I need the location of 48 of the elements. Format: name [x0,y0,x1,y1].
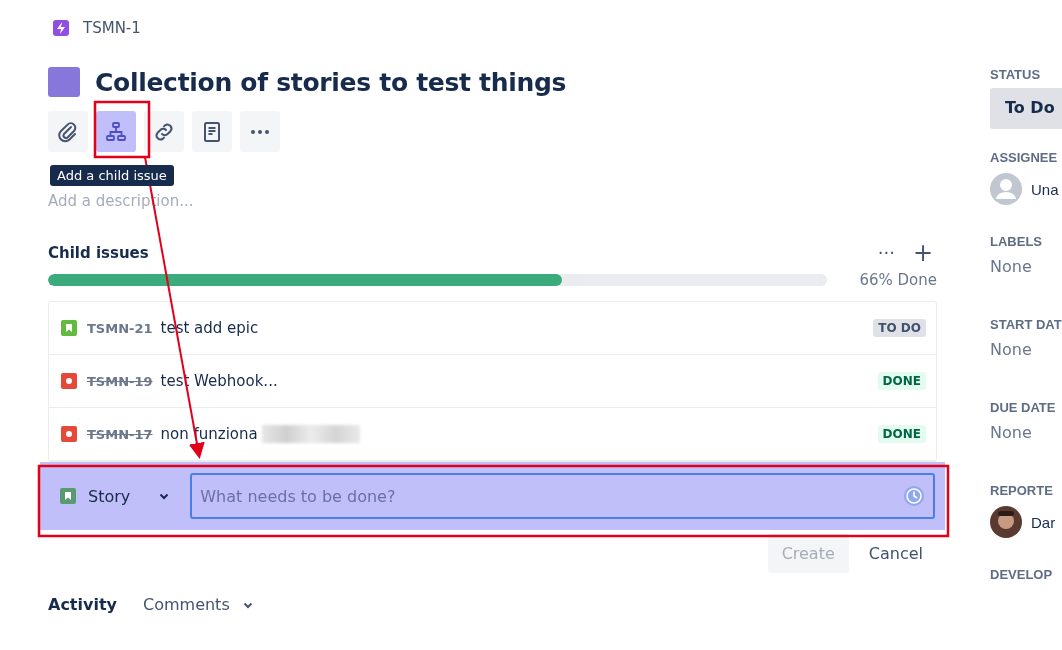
issue-type-select[interactable]: Story [48,478,185,514]
story-icon [60,488,76,504]
field-label: LABELS [990,233,1043,249]
section-heading: Child issues [48,243,149,262]
field-value[interactable]: None [990,423,1062,443]
story-icon [61,320,77,336]
avatar-icon [990,173,1022,206]
status-lozenge[interactable]: DONE [877,425,926,443]
status-button[interactable]: To Do [990,88,1062,129]
user-name[interactable]: Dar [1031,513,1056,531]
field-label: DEVELOP [990,566,1054,582]
user-name[interactable]: Una [1031,180,1059,198]
add-child-button[interactable] [96,111,136,152]
field-label: ASSIGNEE [990,150,1059,166]
field-label: REPORTE [990,483,1054,499]
field-value[interactable]: None [990,339,1062,359]
issue-key[interactable]: TSMN-17 [87,426,153,442]
highlight-frame [93,100,151,159]
hierarchy-icon [104,119,128,144]
cancel-button[interactable]: Cancel [854,534,937,573]
section-heading: Activity [48,595,117,614]
more-icon [249,128,271,135]
tooltip: Add a child issue [50,165,174,186]
issue-color-swatch [48,67,80,97]
link-button[interactable] [144,111,184,152]
issue-key[interactable]: TSMN-21 [87,320,153,336]
page-button[interactable] [192,111,232,152]
issue-key[interactable]: TSMN-1 [83,19,141,37]
more-button[interactable]: ··· [873,242,899,263]
attach-button[interactable] [48,111,88,152]
progress-label: 66% Done [859,271,937,289]
add-button[interactable]: + [908,242,937,263]
field-label: DUE DATE [990,400,1057,416]
clock-icon [903,485,925,507]
field-label: START DAT [990,316,1062,332]
issue-title[interactable]: Collection of stories to test things [95,67,567,97]
status-lozenge[interactable]: TO DO [873,319,926,337]
epic-icon [53,20,69,36]
field-label: STATUS [990,67,1042,82]
bug-icon [61,373,77,389]
issue-key[interactable]: TSMN-19 [87,373,153,389]
status-lozenge[interactable]: DONE [877,372,926,390]
bug-icon [61,426,77,442]
comments-dropdown[interactable]: Comments [143,595,254,614]
summary-input-field[interactable]: What needs to be done? [190,473,935,519]
avatar-icon [990,506,1022,539]
more-button[interactable] [240,111,280,152]
field-value[interactable]: None [990,256,1062,276]
